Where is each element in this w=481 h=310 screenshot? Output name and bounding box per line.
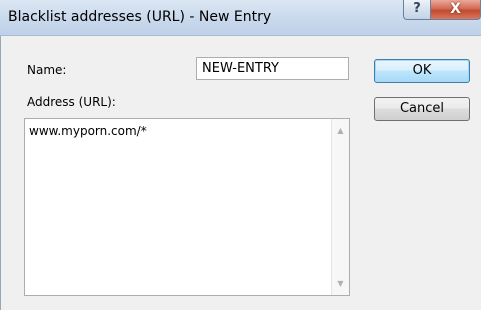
chevron-down-icon[interactable]: ▼ bbox=[332, 275, 349, 292]
close-button[interactable]: X bbox=[430, 0, 481, 20]
address-label: Address (URL): bbox=[27, 95, 116, 109]
chevron-up-icon[interactable]: ▲ bbox=[332, 122, 349, 139]
vertical-scrollbar[interactable]: ▲ ▼ bbox=[331, 119, 349, 295]
address-textarea[interactable]: www.myporn.com/* ▲ ▼ bbox=[24, 118, 350, 296]
dialog-window: Blacklist addresses (URL) - New Entry ? … bbox=[0, 0, 481, 310]
address-value: www.myporn.com/* bbox=[29, 124, 147, 138]
title-bar[interactable]: Blacklist addresses (URL) - New Entry ? … bbox=[0, 0, 481, 36]
window-title: Blacklist addresses (URL) - New Entry bbox=[8, 9, 272, 25]
cancel-button[interactable]: Cancel bbox=[374, 97, 470, 121]
dialog-body: Name: NEW-ENTRY Address (URL): www.mypor… bbox=[0, 36, 481, 310]
name-field[interactable]: NEW-ENTRY bbox=[196, 57, 349, 80]
close-icon: X bbox=[450, 1, 461, 17]
help-button[interactable]: ? bbox=[403, 0, 431, 20]
help-icon: ? bbox=[413, 1, 421, 16]
name-label: Name: bbox=[27, 63, 67, 77]
ok-button[interactable]: OK bbox=[374, 59, 470, 83]
